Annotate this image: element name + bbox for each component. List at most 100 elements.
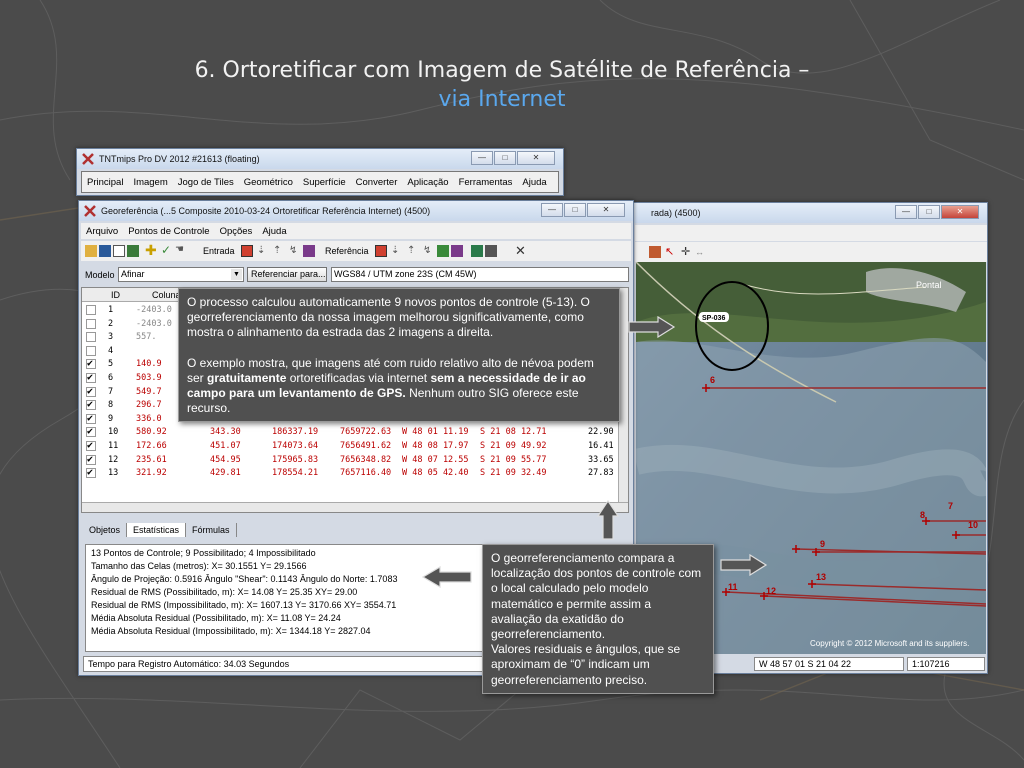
callout-top: O processo calculou automaticamente 9 no… bbox=[178, 288, 620, 422]
menu-opcoes[interactable]: Opções bbox=[215, 226, 258, 237]
entrada-tool-5-icon[interactable] bbox=[303, 245, 315, 257]
table-row[interactable]: ✔ 12 235.61 454.95 175965.83 7656348.82 W 48 0… bbox=[82, 454, 628, 467]
ref-tool-2-icon[interactable]: ⇣ bbox=[391, 245, 403, 257]
row-cell: S 21 09 32.49 bbox=[480, 468, 547, 479]
callout-text: ortoretificadas via internet bbox=[286, 370, 431, 385]
ref-tool-5-icon[interactable] bbox=[437, 245, 449, 257]
pointer-icon[interactable]: ↖ bbox=[665, 246, 677, 258]
reference-status-scale: 1:107216 bbox=[907, 657, 985, 671]
row-id: 12 bbox=[108, 454, 119, 465]
menu-jogo-de-tiles[interactable]: Jogo de Tiles bbox=[173, 177, 239, 188]
checkbox-checked[interactable]: ✔ bbox=[86, 373, 96, 383]
checkbox-checked[interactable]: ✔ bbox=[86, 400, 96, 411]
checkbox-unchecked[interactable] bbox=[86, 318, 96, 329]
checkbox-checked[interactable]: ✔ bbox=[86, 454, 96, 465]
tab-objetos[interactable]: Objetos bbox=[83, 523, 128, 537]
entrada-tool-1-icon[interactable] bbox=[241, 245, 253, 257]
entrada-tool-3-icon[interactable]: ⇡ bbox=[273, 245, 285, 257]
row-cell: -2403.0 bbox=[136, 318, 172, 329]
menu-arquivo[interactable]: Arquivo bbox=[81, 226, 123, 237]
entrada-tool-4-icon[interactable]: ↯ bbox=[289, 245, 301, 257]
row-cell: W 48 01 11.19 bbox=[402, 427, 469, 438]
copyright-label: Copyright © 2012 Microsoft and its suppl… bbox=[810, 639, 969, 648]
menu-superficie[interactable]: Superfície bbox=[298, 177, 351, 188]
close-button[interactable]: ✕ bbox=[941, 205, 979, 219]
main-window-title: TNTmips Pro DV 2012 #21613 (floating) bbox=[99, 154, 260, 164]
close-button[interactable]: ✕ bbox=[517, 151, 555, 165]
hand-icon[interactable]: ☚ bbox=[175, 244, 187, 256]
list-icon[interactable] bbox=[113, 245, 125, 257]
menu-imagem[interactable]: Imagem bbox=[128, 177, 172, 188]
layers-icon[interactable] bbox=[127, 245, 139, 257]
crosshair-icon[interactable]: ✛ bbox=[681, 246, 693, 258]
save-icon[interactable] bbox=[99, 245, 111, 257]
menu-ferramentas[interactable]: Ferramentas bbox=[454, 177, 518, 188]
geo-window-titlebar[interactable]: Georeferência (...5 Composite 2010-03-24… bbox=[79, 201, 633, 221]
table-row[interactable]: ✔ 13 321.92 429.81 178554.21 7657116.40 W 48 0… bbox=[82, 467, 628, 480]
checkbox-checked[interactable]: ✔ bbox=[86, 386, 96, 397]
menu-ajuda[interactable]: Ajuda bbox=[257, 226, 291, 237]
minimize-button[interactable]: — bbox=[471, 151, 493, 165]
row-cell: 174073.64 bbox=[272, 441, 319, 451]
checkbox-unchecked[interactable] bbox=[86, 305, 96, 315]
menu-ajuda[interactable]: Ajuda bbox=[517, 177, 551, 188]
geo-menubar: Arquivo Pontos de Controle Opções Ajuda bbox=[81, 223, 631, 239]
ref-tool-4-icon[interactable]: ↯ bbox=[423, 245, 435, 257]
menu-aplicacao[interactable]: Aplicação bbox=[402, 177, 453, 188]
chevron-down-icon[interactable]: ▼ bbox=[231, 269, 242, 280]
callout-top-paragraph-1: O processo calculou automaticamente 9 no… bbox=[187, 295, 590, 340]
table-row[interactable]: ✔ 10 580.92 343.30 186337.19 7659722.63 W 48 0… bbox=[82, 426, 628, 439]
photo-icon[interactable] bbox=[471, 245, 483, 257]
print-icon[interactable] bbox=[485, 245, 497, 257]
checkbox-checked[interactable]: ✔ bbox=[86, 359, 96, 370]
ref-tool-6-icon[interactable] bbox=[451, 245, 463, 257]
crs-field[interactable]: WGS84 / UTM zone 23S (CM 45W) bbox=[331, 267, 629, 282]
model-label: Modelo bbox=[85, 270, 115, 280]
entrada-tool-2-icon[interactable]: ⇣ bbox=[257, 245, 269, 257]
ref-tool-3-icon[interactable]: ⇡ bbox=[407, 245, 419, 257]
add-point-icon[interactable]: ✚ bbox=[145, 243, 157, 257]
row-cell: 33.65 bbox=[588, 454, 614, 465]
callout-bottom: O georreferenciamento compara a localiza… bbox=[482, 544, 714, 694]
main-window-titlebar[interactable]: TNTmips Pro DV 2012 #21613 (floating) — … bbox=[77, 149, 563, 169]
table-row[interactable]: ✔ 11 172.66 451.07 174073.64 7656491.62 W 48 0… bbox=[82, 440, 628, 453]
horizontal-scrollbar[interactable] bbox=[82, 502, 628, 512]
delete-icon[interactable]: ✕ bbox=[515, 244, 527, 257]
sync-icon[interactable] bbox=[649, 246, 661, 258]
maximize-button[interactable]: □ bbox=[918, 205, 940, 219]
callout-bottom-paragraph-2: Valores residuais e ângulos, que se apro… bbox=[491, 642, 681, 687]
checkbox-unchecked[interactable] bbox=[86, 332, 96, 343]
row-id: 3 bbox=[108, 332, 114, 343]
tntmips-main-window[interactable]: TNTmips Pro DV 2012 #21613 (floating) — … bbox=[76, 148, 564, 196]
tab-formulas[interactable]: Fórmulas bbox=[186, 523, 237, 537]
tab-estatisticas[interactable]: Estatísticas bbox=[127, 523, 187, 537]
close-button[interactable]: ✕ bbox=[587, 203, 625, 217]
menu-converter[interactable]: Converter bbox=[351, 177, 403, 188]
menu-pontos-de-controle[interactable]: Pontos de Controle bbox=[123, 226, 214, 237]
model-select[interactable]: Afinar ▼ bbox=[118, 267, 244, 282]
open-folder-icon[interactable] bbox=[85, 245, 97, 257]
check-icon[interactable]: ✓ bbox=[161, 243, 173, 257]
row-id: 1 bbox=[108, 305, 114, 315]
maximize-button[interactable]: □ bbox=[564, 203, 586, 217]
ref-tool-1-icon[interactable] bbox=[375, 245, 387, 257]
row-id: 11 bbox=[108, 441, 119, 451]
minimize-button[interactable]: — bbox=[541, 203, 563, 217]
reference-to-button[interactable]: Referenciar para... bbox=[247, 267, 327, 282]
row-cell: 27.83 bbox=[588, 468, 614, 479]
checkbox-checked[interactable]: ✔ bbox=[86, 413, 96, 424]
pan-icon[interactable]: ↔ bbox=[695, 246, 707, 258]
checkbox-checked[interactable]: ✔ bbox=[86, 427, 96, 438]
point-label-11: 11 bbox=[728, 582, 738, 592]
row-cell: 454.95 bbox=[210, 454, 241, 465]
checkbox-checked[interactable]: ✔ bbox=[86, 468, 96, 479]
crs-value: WGS84 / UTM zone 23S (CM 45W) bbox=[334, 269, 477, 279]
checkbox-unchecked[interactable] bbox=[86, 345, 96, 356]
minimize-button[interactable]: — bbox=[895, 205, 917, 219]
menu-geometrico[interactable]: Geométrico bbox=[239, 177, 298, 188]
referencia-label: Referência bbox=[325, 246, 369, 256]
maximize-button[interactable]: □ bbox=[494, 151, 516, 165]
reference-menubar bbox=[635, 225, 987, 241]
menu-principal[interactable]: Principal bbox=[82, 177, 128, 188]
checkbox-checked[interactable]: ✔ bbox=[86, 441, 96, 451]
